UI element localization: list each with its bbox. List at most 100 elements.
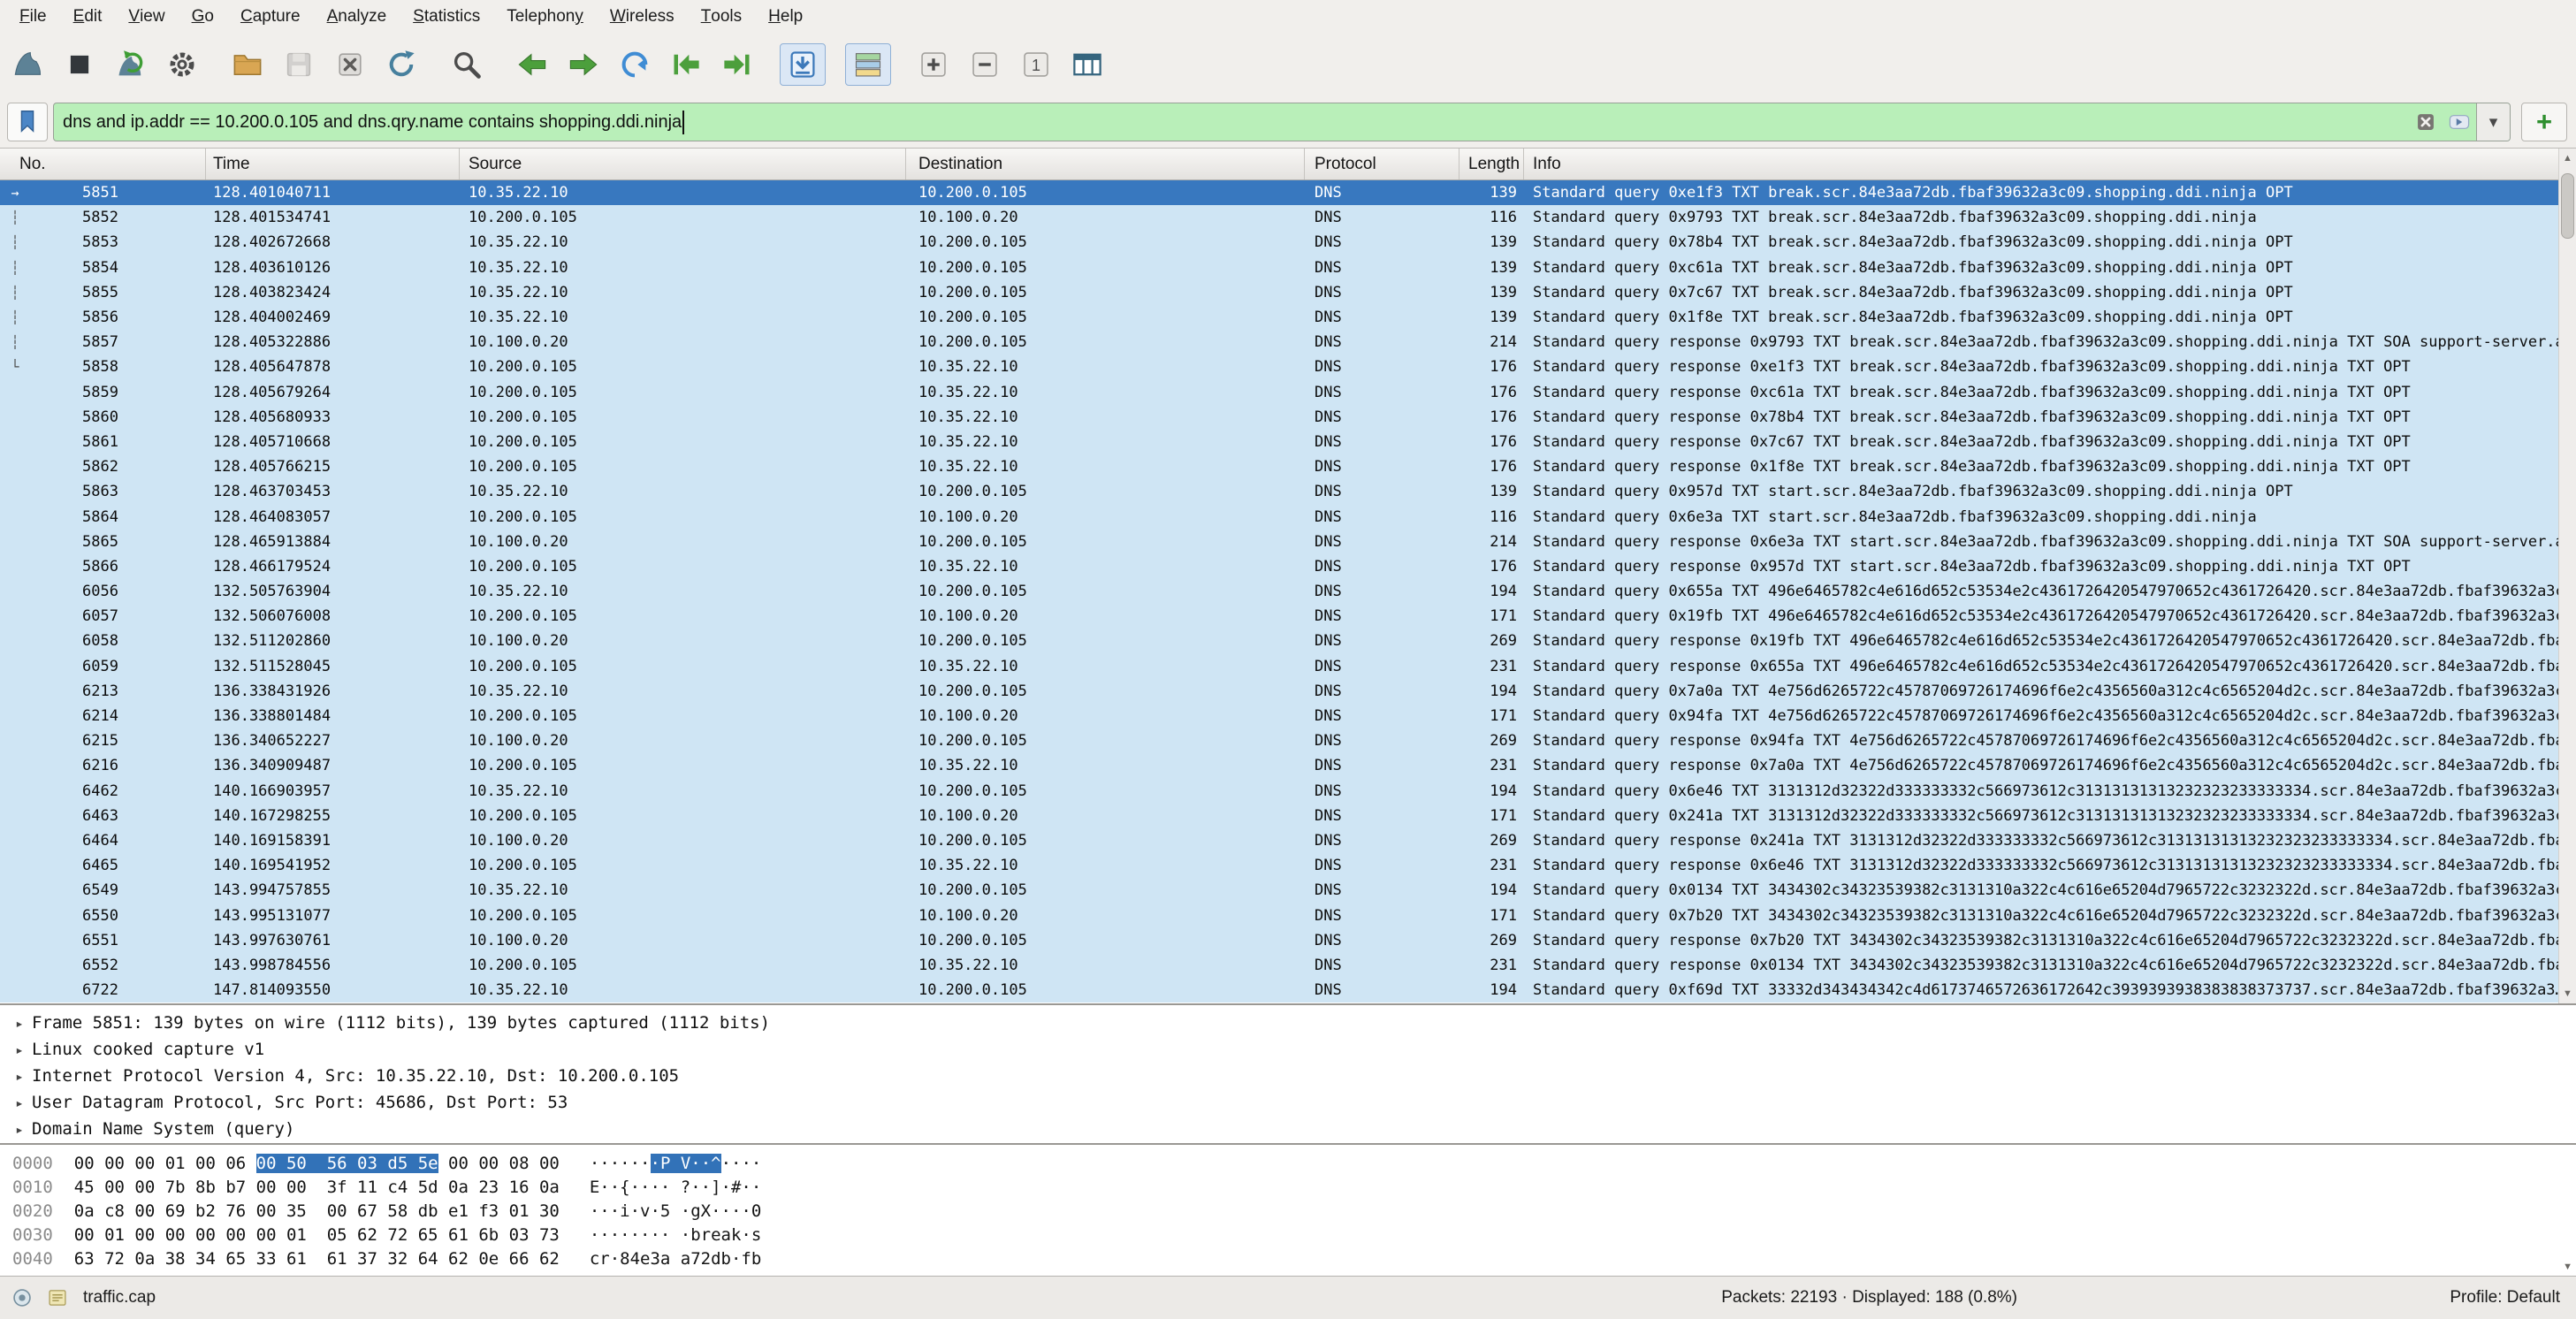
menu-wireless[interactable]: Wireless: [597, 0, 688, 34]
stop-capture-button[interactable]: [57, 43, 103, 86]
packet-row[interactable]: 6215136.34065222710.100.0.2010.200.0.105…: [0, 728, 2558, 753]
restart-capture-button[interactable]: [108, 43, 154, 86]
packet-row[interactable]: 6213136.33843192610.35.22.1010.200.0.105…: [0, 679, 2558, 704]
packet-row[interactable]: 6059132.51152804510.200.0.10510.35.22.10…: [0, 654, 2558, 679]
packet-row[interactable]: 6463140.16729825510.200.0.10510.100.0.20…: [0, 804, 2558, 828]
packet-row[interactable]: 6216136.34090948710.200.0.10510.35.22.10…: [0, 753, 2558, 778]
packet-row[interactable]: └5858128.40564787810.200.0.10510.35.22.1…: [0, 355, 2558, 379]
packet-row[interactable]: 6462140.16690395710.35.22.1010.200.0.105…: [0, 779, 2558, 804]
menu-help[interactable]: Help: [755, 0, 816, 34]
column-header-protocol[interactable]: Protocol: [1305, 149, 1459, 179]
scroll-up-icon[interactable]: ▲: [2559, 149, 2576, 168]
profile-selector[interactable]: Profile: Default: [2450, 1288, 2560, 1308]
packet-row[interactable]: ┆5854128.40361012610.35.22.1010.200.0.10…: [0, 255, 2558, 280]
filter-apply-icon[interactable]: [2443, 105, 2476, 139]
capture-options-button[interactable]: [159, 43, 205, 86]
column-header-length[interactable]: Length: [1459, 149, 1524, 179]
go-to-packet-button[interactable]: [612, 43, 658, 86]
detail-row[interactable]: ▸User Datagram Protocol, Src Port: 45686…: [0, 1089, 2576, 1116]
start-capture-button[interactable]: [5, 43, 51, 86]
column-header-no[interactable]: No.: [0, 149, 206, 179]
go-first-packet-button[interactable]: [663, 43, 709, 86]
packet-row[interactable]: 5859128.40567926410.200.0.10510.35.22.10…: [0, 380, 2558, 405]
find-packet-button[interactable]: [444, 43, 490, 86]
packet-row[interactable]: ┆5856128.40400246910.35.22.1010.200.0.10…: [0, 305, 2558, 330]
menu-tools[interactable]: Tools: [688, 0, 755, 34]
packet-row[interactable]: 5860128.40568093310.200.0.10510.35.22.10…: [0, 405, 2558, 430]
packet-row[interactable]: 6552143.99878455610.200.0.10510.35.22.10…: [0, 953, 2558, 978]
expand-arrow-icon[interactable]: ▸: [7, 1041, 32, 1058]
save-capture-file-button[interactable]: [276, 43, 322, 86]
packet-row[interactable]: 6722147.81409355010.35.22.1010.200.0.105…: [0, 978, 2558, 1003]
packet-row[interactable]: 5863128.46370345310.35.22.1010.200.0.105…: [0, 479, 2558, 504]
detail-row[interactable]: ▸Internet Protocol Version 4, Src: 10.35…: [0, 1063, 2576, 1089]
hex-dump[interactable]: 000000 00 00 01 00 06 00 50 56 03 d5 5e …: [0, 1151, 2576, 1270]
packet-row[interactable]: 5862128.40576621510.200.0.10510.35.22.10…: [0, 454, 2558, 479]
menu-view[interactable]: View: [115, 0, 178, 34]
detail-row[interactable]: ▸Domain Name System (query): [0, 1116, 2576, 1142]
close-capture-file-button[interactable]: [327, 43, 373, 86]
menu-edit[interactable]: Edit: [60, 0, 116, 34]
scrollbar-thumb[interactable]: [2561, 173, 2574, 239]
scroll-down-icon[interactable]: ▼: [2559, 984, 2576, 1003]
menu-statistics[interactable]: Statistics: [400, 0, 493, 34]
reload-capture-file-button[interactable]: [378, 43, 424, 86]
hex-row[interactable]: 000000 00 00 01 00 06 00 50 56 03 d5 5e …: [0, 1151, 2576, 1175]
filter-clear-icon[interactable]: [2409, 105, 2443, 139]
hex-row[interactable]: 004063 72 0a 38 34 65 33 61 61 37 32 64 …: [0, 1247, 2576, 1270]
packet-row[interactable]: ┆5853128.40267266810.35.22.1010.200.0.10…: [0, 230, 2558, 255]
column-header-time[interactable]: Time: [206, 149, 460, 179]
zoom-original-button[interactable]: 1: [1013, 43, 1059, 86]
zoom-in-button[interactable]: [911, 43, 956, 86]
column-header-source[interactable]: Source: [460, 149, 906, 179]
packet-row[interactable]: ┆5855128.40382342410.35.22.1010.200.0.10…: [0, 280, 2558, 305]
auto-scroll-toggle-button[interactable]: [780, 43, 826, 86]
menu-telephony[interactable]: Telephony: [493, 0, 597, 34]
packet-row[interactable]: 6551143.99763076110.100.0.2010.200.0.105…: [0, 928, 2558, 953]
packet-row[interactable]: 5866128.46617952410.200.0.10510.35.22.10…: [0, 554, 2558, 579]
hex-row[interactable]: 001045 00 00 7b 8b b7 00 00 3f 11 c4 5d …: [0, 1175, 2576, 1199]
zoom-out-button[interactable]: [962, 43, 1008, 86]
packet-row[interactable]: 6057132.50607600810.200.0.10510.100.0.20…: [0, 604, 2558, 629]
packet-row[interactable]: ┆5857128.40532288610.100.0.2010.200.0.10…: [0, 330, 2558, 355]
packet-row[interactable]: 5865128.46591388410.100.0.2010.200.0.105…: [0, 530, 2558, 554]
column-header-destination[interactable]: Destination: [906, 149, 1305, 179]
go-next-packet-button[interactable]: [560, 43, 606, 86]
filter-bookmark-button[interactable]: [7, 103, 48, 141]
open-capture-file-button[interactable]: [225, 43, 271, 86]
detail-row[interactable]: ▸Frame 5851: 139 bytes on wire (1112 bit…: [0, 1010, 2576, 1036]
expand-arrow-icon[interactable]: ▸: [7, 1068, 32, 1085]
column-header-info[interactable]: Info: [1524, 149, 2558, 179]
packet-row[interactable]: 5864128.46408305710.200.0.10510.100.0.20…: [0, 504, 2558, 529]
capture-comments-icon[interactable]: [44, 1285, 71, 1311]
colorize-toggle-button[interactable]: [845, 43, 891, 86]
packet-row[interactable]: ┆5852128.40153474110.200.0.10510.100.0.2…: [0, 205, 2558, 230]
go-previous-packet-button[interactable]: [509, 43, 555, 86]
menu-go[interactable]: Go: [179, 0, 227, 34]
menu-file[interactable]: File: [6, 0, 60, 34]
hex-row[interactable]: 00200a c8 00 69 b2 76 00 35 00 67 58 db …: [0, 1199, 2576, 1223]
filter-dropdown-icon[interactable]: ▾: [2476, 103, 2510, 141]
detail-row[interactable]: ▸Linux cooked capture v1: [0, 1036, 2576, 1063]
expand-arrow-icon[interactable]: ▸: [7, 1094, 32, 1111]
expert-info-icon[interactable]: [9, 1285, 35, 1311]
packet-row[interactable]: 6214136.33880148410.200.0.10510.100.0.20…: [0, 704, 2558, 728]
hex-row[interactable]: 003000 01 00 00 00 00 00 01 05 62 72 65 …: [0, 1223, 2576, 1247]
packet-row[interactable]: 6549143.99475785510.35.22.1010.200.0.105…: [0, 878, 2558, 903]
packet-row[interactable]: →5851128.40104071110.35.22.1010.200.0.10…: [0, 180, 2558, 205]
packet-row[interactable]: 6058132.51120286010.100.0.2010.200.0.105…: [0, 629, 2558, 653]
menu-analyze[interactable]: Analyze: [314, 0, 400, 34]
display-filter-input[interactable]: dns and ip.addr == 10.200.0.105 and dns.…: [53, 103, 2511, 141]
packet-list-scrollbar[interactable]: ▲ ▼: [2558, 149, 2576, 1003]
packet-row[interactable]: 6056132.50576390410.35.22.1010.200.0.105…: [0, 579, 2558, 604]
packet-row[interactable]: 6465140.16954195210.200.0.10510.35.22.10…: [0, 853, 2558, 878]
hex-scroll-down-icon[interactable]: ▼: [2563, 1262, 2572, 1272]
filter-add-button[interactable]: +: [2521, 103, 2567, 141]
packet-row[interactable]: 6550143.99513107710.200.0.10510.100.0.20…: [0, 903, 2558, 927]
expand-arrow-icon[interactable]: ▸: [7, 1015, 32, 1032]
go-last-packet-button[interactable]: [714, 43, 760, 86]
menu-capture[interactable]: Capture: [227, 0, 314, 34]
resize-columns-button[interactable]: [1064, 43, 1110, 86]
packet-row[interactable]: 6464140.16915839110.100.0.2010.200.0.105…: [0, 828, 2558, 853]
packet-row[interactable]: 5861128.40571066810.200.0.10510.35.22.10…: [0, 430, 2558, 454]
